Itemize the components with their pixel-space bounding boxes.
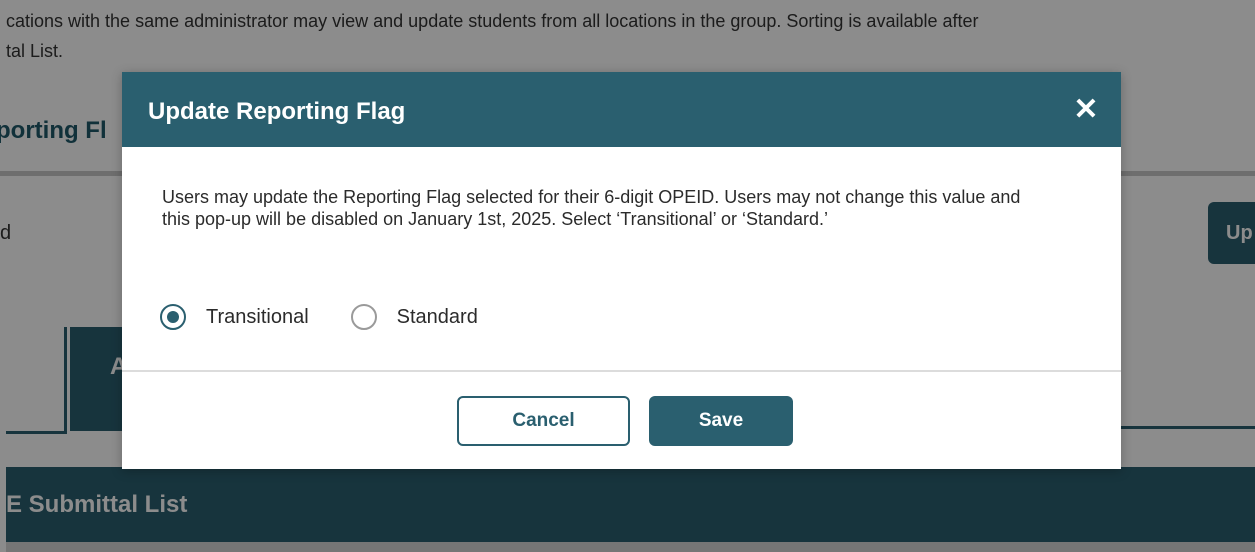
dialog-footer-divider: [122, 370, 1121, 372]
close-icon: ✕: [1073, 93, 1099, 126]
dialog-message: Users may update the Reporting Flag sele…: [162, 187, 1021, 229]
radio-transitional-label: Transitional: [206, 305, 309, 328]
radio-checked-icon[interactable]: [160, 304, 186, 330]
dialog-header: Update Reporting Flag ✕: [122, 72, 1121, 147]
radio-standard[interactable]: Standard: [350, 304, 478, 330]
reporting-flag-radio-group: Transitional Standard: [160, 302, 520, 332]
dialog-title: Update Reporting Flag: [148, 98, 406, 125]
radio-standard-label: Standard: [396, 305, 478, 328]
update-reporting-flag-dialog: Update Reporting Flag ✕ Users may update…: [122, 72, 1121, 469]
radio-unchecked-icon[interactable]: [350, 304, 377, 330]
close-button[interactable]: ✕: [1071, 94, 1101, 126]
cancel-button[interactable]: Cancel: [457, 396, 630, 446]
radio-transitional[interactable]: Transitional: [160, 304, 309, 330]
save-button[interactable]: Save: [649, 396, 793, 446]
